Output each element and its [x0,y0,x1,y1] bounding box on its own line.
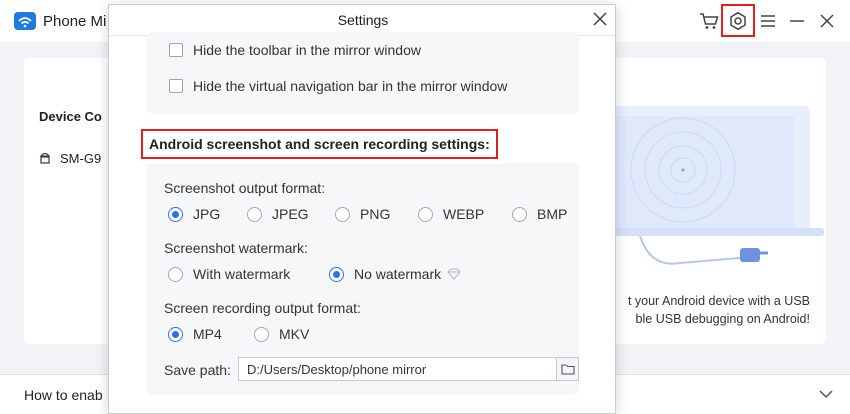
connect-instructions: t your Android device with a USB ble USB… [620,292,810,328]
hide-navbar-checkbox[interactable] [169,79,183,93]
save-path-label: Save path: [164,362,231,378]
format-option-jpeg[interactable]: JPEG [247,206,309,222]
radio-bmp[interactable] [512,206,527,222]
radio-mp4[interactable] [168,326,183,342]
radio-jpg[interactable] [168,206,183,222]
connect-text-line1: t your Android device with a USB [627,294,810,308]
device-name[interactable]: SM-G9 [60,151,101,166]
no-watermark-label: No watermark [354,266,442,282]
recording-format-label: Screen recording output format: [164,300,361,316]
folder-icon [560,364,575,375]
laptop-illustration [610,106,824,265]
hide-toolbar-option[interactable]: Hide the toolbar in the mirror window [169,42,421,58]
with-watermark-label: With watermark [193,266,291,282]
format-bmp-label: BMP [537,206,568,222]
hide-navbar-label: Hide the virtual navigation bar in the m… [193,78,508,94]
diamond-icon [447,268,461,280]
browse-folder-button[interactable] [556,358,578,380]
save-path-value[interactable]: D:/Users/Desktop/phone mirror [239,362,556,377]
device-list-header: Device Co [39,109,102,124]
format-option-bmp[interactable]: BMP [512,206,567,222]
hide-toolbar-label: Hide the toolbar in the mirror window [193,42,421,58]
format-option-jpg[interactable]: JPG [168,206,220,222]
recording-option-mp4[interactable]: MP4 [168,326,222,342]
mp4-label: MP4 [193,326,222,342]
close-icon[interactable] [815,9,839,33]
format-option-png[interactable]: PNG [335,206,390,222]
screenshot-format-label: Screenshot output format: [164,180,326,196]
hide-toolbar-checkbox[interactable] [169,43,183,57]
connect-text-line2: ble USB debugging on Android! [635,312,810,326]
dialog-close-icon[interactable] [591,10,609,28]
chevron-down-icon[interactable] [817,385,835,403]
app-title: Phone Mi [43,13,107,30]
format-option-webp[interactable]: WEBP [418,206,484,222]
hide-navbar-option[interactable]: Hide the virtual navigation bar in the m… [169,78,507,94]
settings-dialog: Settings Hide the toolbar in the mirror … [108,4,616,414]
watermark-option-none[interactable]: No watermark [329,266,461,282]
section-title: Android screenshot and screen recording … [141,129,498,159]
app-logo-icon [14,12,36,30]
watermark-label: Screenshot watermark: [164,240,308,256]
dialog-title: Settings [337,12,389,28]
format-jpg-label: JPG [193,206,221,222]
device-list-panel: Device Co SM-G9 [24,58,110,344]
recording-option-mkv[interactable]: MKV [254,326,309,342]
radio-webp[interactable] [418,206,433,222]
settings-icon[interactable] [726,9,750,33]
mkv-label: MKV [279,326,310,342]
format-jpeg-label: JPEG [272,206,309,222]
radio-png[interactable] [335,206,350,222]
format-png-label: PNG [360,206,391,222]
menu-icon[interactable] [756,9,780,33]
radio-with-watermark[interactable] [168,266,183,282]
radio-no-watermark[interactable] [329,266,344,282]
save-path-field[interactable]: D:/Users/Desktop/phone mirror [238,357,579,381]
format-webp-label: WEBP [443,206,485,222]
android-icon [39,152,51,164]
cart-icon[interactable] [697,9,721,33]
minimize-icon[interactable] [785,9,809,33]
help-link[interactable]: How to enab [24,387,103,403]
watermark-option-with[interactable]: With watermark [168,266,290,282]
radio-mkv[interactable] [254,326,269,342]
radio-jpeg[interactable] [247,206,262,222]
